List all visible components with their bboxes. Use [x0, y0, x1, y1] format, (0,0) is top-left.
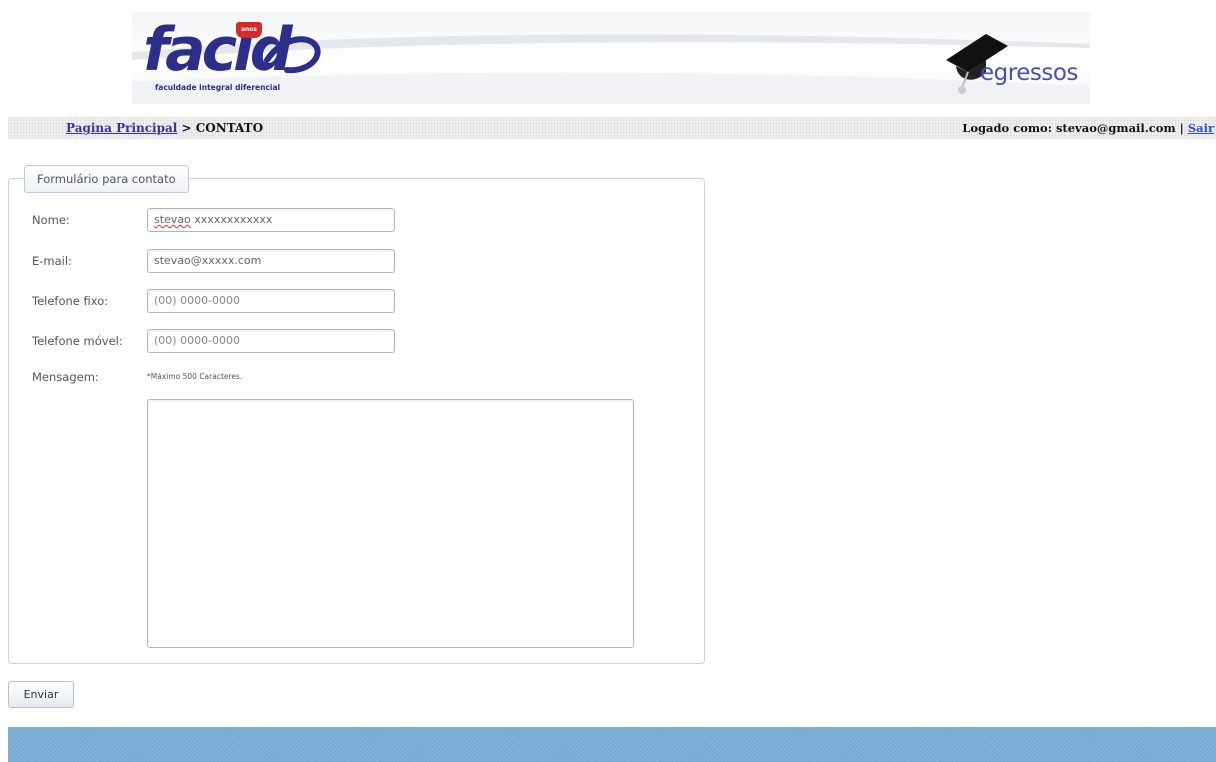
phone-input[interactable]: (00) 0000-0000 — [147, 289, 395, 313]
breadcrumb-separator: > — [177, 121, 196, 135]
page: facid anos faculdade integral diferencia… — [0, 0, 1216, 762]
facid-swirl-icon — [264, 36, 321, 74]
anos-badge: anos — [236, 22, 262, 38]
message-char-limit-note: *Máximo 500 Caracteres. — [147, 372, 243, 381]
facid-logo[interactable]: facid anos faculdade integral diferencia… — [143, 20, 321, 102]
facid-tagline: faculdade integral diferencial — [155, 83, 281, 92]
name-value-rest: xxxxxxxxxxxx — [190, 213, 273, 226]
breadcrumb: Pagina Principal > CONTATO — [66, 121, 263, 137]
message-textarea[interactable] — [147, 399, 634, 648]
name-label: Nome: — [32, 213, 70, 227]
login-info: Logado como: stevao@gmail.com | Sair — [962, 121, 1214, 137]
name-value-first: stevao — [154, 213, 191, 226]
mobile-label: Telefone móvel: — [32, 334, 123, 348]
breadcrumb-home-link[interactable]: Pagina Principal — [66, 121, 177, 135]
egressos-wordmark: egressos — [980, 60, 1078, 86]
breadcrumb-current: CONTATO — [195, 121, 264, 135]
login-separator: | — [1175, 121, 1188, 135]
egressos-logo[interactable]: egressos — [942, 26, 1082, 98]
email-input[interactable]: stevao@xxxxx.com — [147, 249, 395, 273]
name-input[interactable]: stevao xxxxxxxxxxxx — [147, 208, 395, 232]
footer-bar — [8, 727, 1216, 762]
form-legend: Formulário para contato — [24, 165, 189, 193]
phone-label: Telefone fixo: — [32, 294, 109, 308]
mobile-input[interactable]: (00) 0000-0000 — [147, 329, 395, 353]
message-label: Mensagem: — [32, 370, 99, 384]
logged-in-user: Logado como: stevao@gmail.com — [962, 121, 1176, 135]
email-label: E-mail: — [32, 254, 72, 268]
submit-button[interactable]: Enviar — [8, 681, 74, 708]
logout-link[interactable]: Sair — [1188, 121, 1214, 135]
